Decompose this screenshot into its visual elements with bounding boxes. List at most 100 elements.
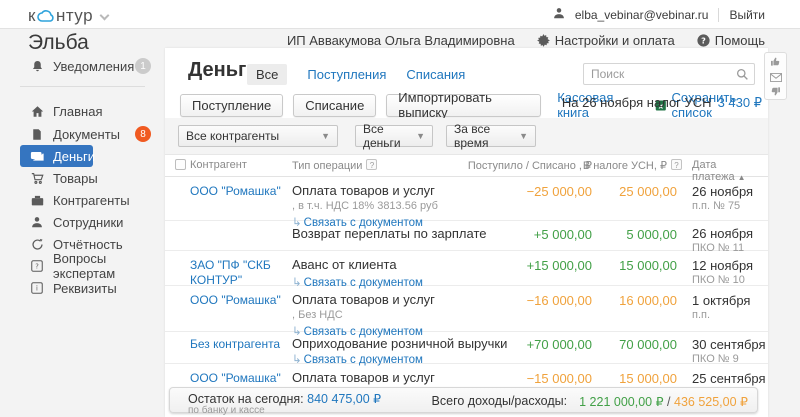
sidebar-label: Реквизиты: [53, 281, 117, 296]
amount-value: −25 000,00: [527, 184, 592, 199]
sidebar-item-employees[interactable]: Сотрудники: [0, 211, 165, 233]
tab-expenses[interactable]: Списания: [406, 67, 465, 82]
income-total: 1 221 000,00 ₽: [579, 395, 663, 409]
sidebar-item-home[interactable]: Главная: [0, 100, 165, 122]
sidebar-item-requisites[interactable]: i Реквизиты: [0, 277, 165, 299]
filter-value: Все контрагенты: [186, 129, 279, 143]
expense-total: 436 525,00 ₽: [674, 395, 748, 409]
svg-text:?: ?: [701, 35, 706, 45]
documents-badge: 8: [135, 126, 151, 142]
contractor-link[interactable]: ООО "Ромашка": [190, 371, 290, 386]
sidebar-label: Деньги: [53, 149, 95, 164]
main-content: Деньги Все Поступления Списания Поступле…: [165, 48, 768, 417]
col-contractor[interactable]: Контрагент: [190, 159, 247, 171]
help-icon[interactable]: ?: [671, 159, 682, 170]
payment-doc: п.п. № 75: [692, 200, 768, 212]
contractor-link[interactable]: ООО "Ромашка": [190, 184, 290, 199]
sidebar-label: Главная: [53, 104, 102, 119]
payment-date: 12 ноября: [692, 258, 768, 273]
col-operation[interactable]: Тип операции?: [292, 159, 377, 172]
gear-icon: [537, 34, 550, 47]
tab-all[interactable]: Все: [247, 64, 287, 85]
search-input[interactable]: [591, 64, 731, 84]
payment-doc: п.п.: [692, 309, 768, 321]
search-icon[interactable]: [736, 68, 749, 84]
balance-note: по банку и кассе: [188, 405, 381, 416]
info-square-icon: i: [30, 281, 44, 295]
tab-incomes[interactable]: Поступления: [307, 67, 386, 82]
money-filter-dropdown[interactable]: Все деньги▼: [355, 125, 433, 147]
operation-title: Оприходование розничной выручки: [292, 336, 542, 351]
sidebar-label: Отчётность: [53, 237, 123, 252]
document-icon: [30, 127, 44, 141]
settings-link[interactable]: Настройки и оплата: [537, 33, 675, 48]
operation-title: Оплата товаров и услуг: [292, 183, 542, 198]
help-icon: ?: [697, 34, 710, 47]
expense-button[interactable]: Списание: [293, 94, 376, 117]
table-row[interactable]: ООО "Ромашка" Оплата товаров и услуг , в…: [165, 177, 768, 221]
sidebar-item-goods[interactable]: Товары: [0, 167, 165, 189]
table-row[interactable]: ЗАО "ПФ "СКБ КОНТУР" Аванс от клиента ↳С…: [165, 251, 768, 286]
thumb-down-icon[interactable]: [770, 85, 781, 100]
kontur-logo[interactable]: кнтур: [28, 5, 108, 27]
payment-date: 26 ноября: [692, 226, 768, 241]
filter-value: За все время: [454, 122, 511, 150]
mail-icon[interactable]: [770, 70, 782, 85]
company-name[interactable]: ИП Аввакумова Ольга Владимировна: [287, 33, 515, 48]
logout-link[interactable]: Выйти: [729, 8, 765, 22]
help-link[interactable]: ? Помощь: [697, 33, 765, 48]
contractor-link[interactable]: Без контрагента: [190, 337, 290, 352]
tax-value: 15 000,00: [619, 371, 677, 386]
chevron-down-icon[interactable]: [100, 10, 110, 20]
contractor-link[interactable]: ЗАО "ПФ "СКБ КОНТУР": [190, 258, 290, 288]
chevron-down-icon: ▼: [519, 131, 528, 141]
money-icon: [30, 149, 44, 163]
summary-bar: Остаток на сегодня: 840 475,00 ₽ по банк…: [169, 387, 758, 413]
cloud-icon: [37, 7, 55, 27]
income-button[interactable]: Поступление: [180, 94, 283, 117]
feedback-widget: [764, 52, 787, 100]
sidebar-item-money[interactable]: Деньги: [20, 145, 93, 167]
import-statement-button[interactable]: Импортировать выписку: [386, 94, 541, 117]
table-row[interactable]: Без контрагента Оприходование розничной …: [165, 332, 768, 364]
help-icon[interactable]: ?: [366, 159, 377, 170]
user-email-link[interactable]: elba_vebinar@vebinar.ru: [575, 8, 709, 22]
operation-title: Оплата товаров и услуг: [292, 370, 542, 385]
tax-amount-link[interactable]: 3 430 ₽: [718, 95, 762, 110]
sidebar-item-notifications[interactable]: Уведомления 1: [0, 55, 165, 77]
person-icon: [30, 215, 44, 229]
search-box: [583, 63, 755, 85]
contractors-filter-dropdown[interactable]: Все контрагенты▼: [178, 125, 338, 147]
table-header: Контрагент Тип операции? Поступило / Спи…: [165, 155, 768, 177]
settings-label: Настройки и оплата: [555, 33, 675, 48]
payment-date: 25 сентября: [692, 371, 768, 386]
app-title: Эльба: [28, 31, 89, 55]
col-in-out[interactable]: Поступило / Списано , ₽: [468, 159, 592, 172]
money-tabs: Все Поступления Списания: [247, 64, 465, 85]
operation-title: Оплата товаров и услуг: [292, 292, 542, 307]
help-label: Помощь: [715, 33, 765, 48]
table-row[interactable]: ООО "Ромашка" Оплата товаров и услуг , Б…: [165, 286, 768, 332]
balance-amount-link[interactable]: 840 475,00 ₽: [307, 392, 381, 406]
thumb-up-icon[interactable]: [770, 55, 781, 70]
contractor-link[interactable]: ООО "Ромашка": [190, 293, 290, 308]
transactions-table: ООО "Ромашка" Оплата товаров и услуг , в…: [165, 177, 768, 417]
sidebar-label: Документы: [53, 127, 120, 142]
table-row[interactable]: Возврат переплаты по зарплате +5 000,00 …: [165, 221, 768, 251]
tax-value: 70 000,00: [619, 337, 677, 352]
col-tax[interactable]: В налоге УСН, ₽?: [583, 159, 682, 172]
tax-value: 15 000,00: [619, 258, 677, 273]
svg-text:?: ?: [35, 263, 39, 271]
totals-label: Всего доходы/расходы:: [432, 394, 568, 409]
sidebar-item-expert-questions[interactable]: ? Вопросы экспертам: [0, 255, 165, 277]
payment-date: 26 ноября: [692, 184, 768, 199]
sidebar-item-contractors[interactable]: Контрагенты: [0, 189, 165, 211]
tax-value: 5 000,00: [626, 227, 677, 242]
operation-note: , в т.ч. НДС 18% 3813.56 руб: [292, 200, 542, 212]
totals-separator: /: [667, 395, 670, 409]
select-all-checkbox[interactable]: [175, 159, 186, 170]
period-filter-dropdown[interactable]: За все время ▼: [446, 125, 536, 147]
chevron-down-icon: ▼: [416, 131, 425, 141]
notifications-badge: 1: [135, 58, 151, 74]
sidebar-item-documents[interactable]: Документы 8: [0, 123, 165, 145]
